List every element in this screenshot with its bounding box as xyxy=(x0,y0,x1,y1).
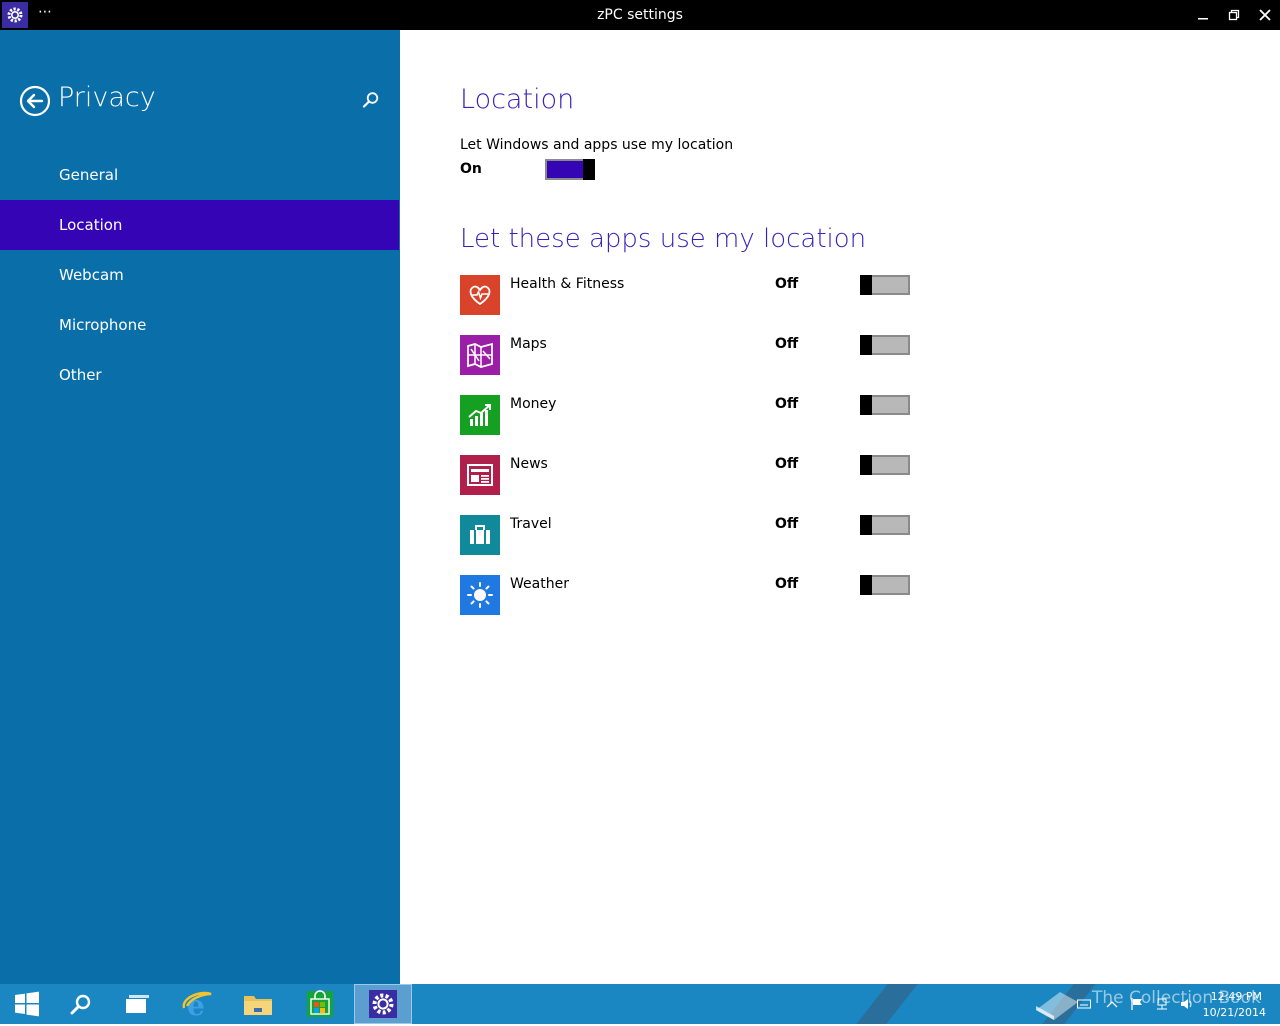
minimize-button[interactable] xyxy=(1193,5,1213,25)
toggle-thumb xyxy=(860,275,872,295)
app-state: Off xyxy=(775,516,799,532)
show-hidden-icons-icon[interactable] xyxy=(1105,996,1119,1010)
toggle-thumb xyxy=(583,159,595,180)
app-row-travel: Travel Off xyxy=(460,515,920,555)
volume-icon[interactable] xyxy=(1180,996,1194,1010)
window-title: zPC settings xyxy=(597,7,683,23)
internet-explorer-icon: e xyxy=(182,989,212,1020)
sidebar-item-label: General xyxy=(59,166,119,184)
taskbar-search-button[interactable] xyxy=(54,984,108,1024)
network-icon[interactable] xyxy=(1155,996,1169,1010)
apps-heading: Let these apps use my location xyxy=(460,224,867,254)
sidebar-item-label: Location xyxy=(59,216,123,234)
app-name: Weather xyxy=(510,576,569,592)
taskbar: e The Collection Book 12:49 PM 10/21/201… xyxy=(0,984,1280,1024)
map-icon xyxy=(460,335,500,375)
keyboard-icon[interactable] xyxy=(1077,996,1091,1010)
store-button[interactable] xyxy=(293,984,347,1024)
master-state-label: On xyxy=(460,161,482,177)
windows-logo-icon xyxy=(15,991,39,1017)
news-toggle[interactable] xyxy=(860,455,910,475)
main-content: Location Let Windows and apps use my loc… xyxy=(400,30,1280,984)
settings-gear-icon xyxy=(369,990,397,1018)
health-fitness-toggle[interactable] xyxy=(860,275,910,295)
task-view-icon xyxy=(126,995,149,1013)
master-description: Let Windows and apps use my location xyxy=(460,137,734,153)
clock-date[interactable]: 10/21/2014 xyxy=(1203,1006,1266,1019)
action-center-flag-icon[interactable] xyxy=(1130,996,1144,1010)
sidebar-item-label: Other xyxy=(59,366,102,384)
sidebar-item-label: Webcam xyxy=(59,266,124,284)
sun-icon xyxy=(460,575,500,615)
start-button[interactable] xyxy=(0,984,54,1024)
sidebar: Privacy General Location Webcam Micropho… xyxy=(0,30,400,984)
toggle-thumb xyxy=(860,515,872,535)
app-state: Off xyxy=(775,456,799,472)
folder-icon xyxy=(244,996,272,1015)
toggle-thumb xyxy=(860,395,872,415)
heart-pulse-icon xyxy=(460,275,500,315)
app-state: Off xyxy=(775,396,799,412)
task-view-button[interactable] xyxy=(110,984,164,1024)
app-name: Maps xyxy=(510,336,547,352)
chart-icon xyxy=(460,395,500,435)
app-row-maps: Maps Off xyxy=(460,335,920,375)
suitcase-icon xyxy=(460,515,500,555)
app-row-money: Money Off xyxy=(460,395,920,435)
sidebar-item-webcam[interactable]: Webcam xyxy=(0,250,399,300)
clock-time[interactable]: 12:49 PM xyxy=(1211,990,1262,1003)
settings-taskbar-button[interactable] xyxy=(354,984,412,1024)
app-name: Money xyxy=(510,396,557,412)
internet-explorer-button[interactable]: e xyxy=(170,984,224,1024)
app-row-health-fitness: Health & Fitness Off xyxy=(460,275,920,315)
app-name: Health & Fitness xyxy=(510,276,625,292)
back-button[interactable] xyxy=(19,85,51,117)
toggle-thumb xyxy=(860,575,872,595)
back-arrow-icon xyxy=(19,85,51,117)
app-name: News xyxy=(510,456,548,472)
location-master-toggle[interactable] xyxy=(545,159,595,180)
page-title: Privacy xyxy=(58,82,156,113)
sidebar-item-label: Microphone xyxy=(59,316,147,334)
travel-toggle[interactable] xyxy=(860,515,910,535)
sidebar-item-general[interactable]: General xyxy=(0,150,399,200)
weather-toggle[interactable] xyxy=(860,575,910,595)
sidebar-item-microphone[interactable]: Microphone xyxy=(0,300,399,350)
app-state: Off xyxy=(775,276,799,292)
app-row-weather: Weather Off xyxy=(460,575,920,615)
search-icon xyxy=(70,994,91,1015)
close-button[interactable] xyxy=(1255,5,1275,25)
file-explorer-button[interactable] xyxy=(231,984,285,1024)
app-name: Travel xyxy=(510,516,552,532)
newspaper-icon xyxy=(460,455,500,495)
app-state: Off xyxy=(775,336,799,352)
app-row-news: News Off xyxy=(460,455,920,495)
store-bag-icon xyxy=(307,990,333,1017)
maps-toggle[interactable] xyxy=(860,335,910,355)
sidebar-item-other[interactable]: Other xyxy=(0,350,399,400)
sidebar-item-location[interactable]: Location xyxy=(0,200,399,250)
section-heading: Location xyxy=(460,84,575,115)
restore-button[interactable] xyxy=(1224,5,1244,25)
search-icon[interactable] xyxy=(361,90,381,110)
decorative-stripe xyxy=(856,984,918,1024)
money-toggle[interactable] xyxy=(860,395,910,415)
title-bar: ⋯ zPC settings xyxy=(0,0,1280,30)
app-state: Off xyxy=(775,576,799,592)
toggle-thumb xyxy=(860,335,872,355)
toggle-thumb xyxy=(860,455,872,475)
